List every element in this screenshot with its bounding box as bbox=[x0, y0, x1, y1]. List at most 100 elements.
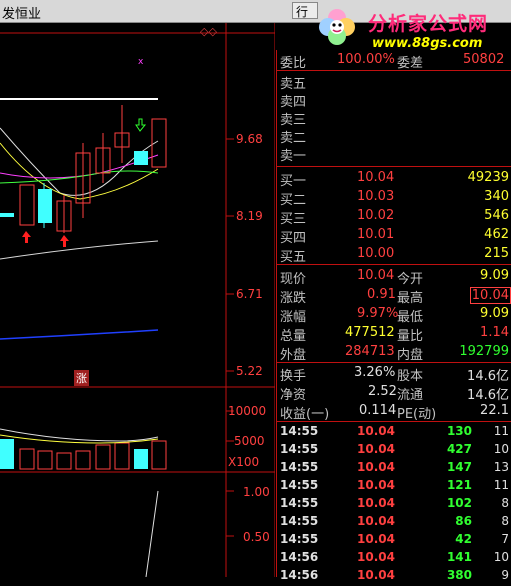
trade-price: 10.04 bbox=[357, 550, 395, 564]
trade-volume: 121 bbox=[446, 478, 472, 492]
chart-options-icon[interactable]: ◇◇ bbox=[200, 25, 217, 38]
weicha-label: 委差 bbox=[397, 56, 424, 71]
sell-row[interactable]: 卖二 bbox=[277, 127, 511, 146]
buy-row[interactable]: 买一 10.04 49239 bbox=[277, 170, 511, 189]
buy-label: 买三 bbox=[280, 212, 307, 227]
buy-price: 10.03 bbox=[357, 189, 395, 204]
trade-volume: 427 bbox=[446, 442, 472, 456]
buy-row[interactable]: 买三 10.02 546 bbox=[277, 208, 511, 227]
trade-time: 14:55 bbox=[280, 442, 319, 456]
price-tick-label: 8.19 bbox=[236, 209, 263, 223]
fund-value: 0.114 bbox=[359, 403, 397, 418]
sell-label: 卖二 bbox=[280, 131, 307, 146]
buy-row[interactable]: 买五 10.00 215 bbox=[277, 246, 511, 265]
buy-label: 买五 bbox=[280, 250, 307, 265]
volume-tick-label: 5000 bbox=[234, 434, 265, 448]
buy-label: 买四 bbox=[280, 231, 307, 246]
fund-label: 换手 bbox=[280, 369, 307, 384]
fund-label: 净资 bbox=[280, 388, 307, 403]
fund-row: 收益(一) 0.114 PE(动) 22.1 bbox=[277, 403, 511, 422]
current-price: 10.04 bbox=[357, 268, 395, 283]
sell-row[interactable]: 卖五 bbox=[277, 73, 511, 92]
stat-label: 量比 bbox=[397, 329, 424, 344]
weibi-row: 委比 100.00% 委差 50802 bbox=[277, 52, 511, 71]
trade-price: 10.04 bbox=[357, 514, 395, 528]
sell-label: 卖三 bbox=[280, 113, 307, 128]
buy-price: 10.01 bbox=[357, 227, 395, 242]
fund-value: 14.6亿 bbox=[467, 369, 509, 384]
indicator-tick-label: 0.50 bbox=[243, 530, 270, 544]
fund-value: 3.26% bbox=[354, 365, 396, 380]
stat-row: 外盘 284713 内盘 192799 bbox=[277, 344, 511, 363]
price-tick-label: 9.68 bbox=[236, 132, 263, 146]
volume-multiplier: X100 bbox=[228, 455, 260, 469]
fund-row: 净资 2.52 流通 14.6亿 bbox=[277, 384, 511, 403]
stat-label: 总量 bbox=[280, 329, 307, 344]
stat-label: 今开 bbox=[397, 272, 424, 287]
stat-label: 最高 bbox=[397, 291, 424, 306]
fund-row: 换手 3.26% 股本 14.6亿 bbox=[277, 365, 511, 384]
stat-label: 内盘 bbox=[397, 348, 424, 363]
stat-row: 涨跌 0.91 最高 10.04 bbox=[277, 287, 511, 306]
sell-label: 卖五 bbox=[280, 77, 307, 92]
sell-label: 卖一 bbox=[280, 149, 307, 164]
trade-count: 10 bbox=[493, 442, 509, 456]
trade-count: 7 bbox=[501, 532, 509, 546]
buy-row[interactable]: 买四 10.01 462 bbox=[277, 227, 511, 246]
trade-volume: 42 bbox=[455, 532, 472, 546]
trade-count: 13 bbox=[493, 460, 509, 474]
trade-time: 14:56 bbox=[280, 568, 319, 582]
svg-text:x: x bbox=[138, 57, 144, 67]
trade-volume: 141 bbox=[446, 550, 472, 564]
change-pct: 9.97% bbox=[357, 306, 399, 321]
volume-ratio: 1.14 bbox=[480, 325, 509, 340]
trade-time: 14:56 bbox=[280, 550, 319, 564]
trade-price: 10.04 bbox=[357, 478, 395, 492]
trade-row: 14:56 10.04 380 9 bbox=[277, 568, 511, 586]
trade-row: 14:55 10.04 42 7 bbox=[277, 532, 511, 550]
trade-count: 8 bbox=[501, 514, 509, 528]
sell-row[interactable]: 卖三 bbox=[277, 109, 511, 128]
trade-price: 10.04 bbox=[357, 460, 395, 474]
stat-label: 外盘 bbox=[280, 348, 307, 363]
trade-time: 14:55 bbox=[280, 532, 319, 546]
buy-price: 10.04 bbox=[357, 170, 395, 185]
trade-time: 14:55 bbox=[280, 496, 319, 510]
stat-row: 总量 477512 量比 1.14 bbox=[277, 325, 511, 344]
trade-row: 14:55 10.04 427 10 bbox=[277, 442, 511, 460]
trade-volume: 130 bbox=[446, 424, 472, 438]
buy-price: 10.02 bbox=[357, 208, 395, 223]
fund-value: 2.52 bbox=[368, 384, 397, 399]
buy-row[interactable]: 买二 10.03 340 bbox=[277, 189, 511, 208]
trade-time: 14:55 bbox=[280, 478, 319, 492]
weicha-value: 50802 bbox=[463, 52, 505, 67]
trade-price: 10.04 bbox=[357, 424, 395, 438]
trade-row: 14:55 10.04 121 11 bbox=[277, 478, 511, 496]
logo-url: www.88gs.com bbox=[372, 36, 483, 51]
weibi-value: 100.00% bbox=[337, 52, 395, 67]
buy-label: 买一 bbox=[280, 174, 307, 189]
trade-row: 14:55 10.04 130 11 bbox=[277, 424, 511, 442]
buy-volume: 215 bbox=[484, 246, 509, 261]
trade-row: 14:55 10.04 147 13 bbox=[277, 460, 511, 478]
weibi-label: 委比 bbox=[280, 56, 307, 71]
sell-row[interactable]: 卖四 bbox=[277, 91, 511, 110]
trade-volume: 147 bbox=[446, 460, 472, 474]
buy-volume: 49239 bbox=[467, 170, 509, 185]
low-price: 9.09 bbox=[480, 306, 509, 321]
sell-row[interactable]: 卖一 bbox=[277, 145, 511, 164]
kline-chart[interactable]: x bbox=[0, 23, 275, 577]
outer-volume: 284713 bbox=[345, 344, 395, 359]
total-volume: 477512 bbox=[345, 325, 395, 340]
indicator-tick-label: 1.00 bbox=[243, 485, 270, 499]
open-price: 9.09 bbox=[480, 268, 509, 283]
inner-volume: 192799 bbox=[459, 344, 509, 359]
price-tick-label: 6.71 bbox=[236, 287, 263, 301]
logo-name: 分析家公式网 bbox=[368, 13, 489, 35]
stat-label: 涨幅 bbox=[280, 310, 307, 325]
fund-value: 22.1 bbox=[480, 403, 509, 418]
trade-price: 10.04 bbox=[357, 442, 395, 456]
trade-count: 11 bbox=[493, 478, 509, 492]
stock-title: 发恒业 bbox=[2, 7, 42, 22]
trade-volume: 86 bbox=[455, 514, 472, 528]
